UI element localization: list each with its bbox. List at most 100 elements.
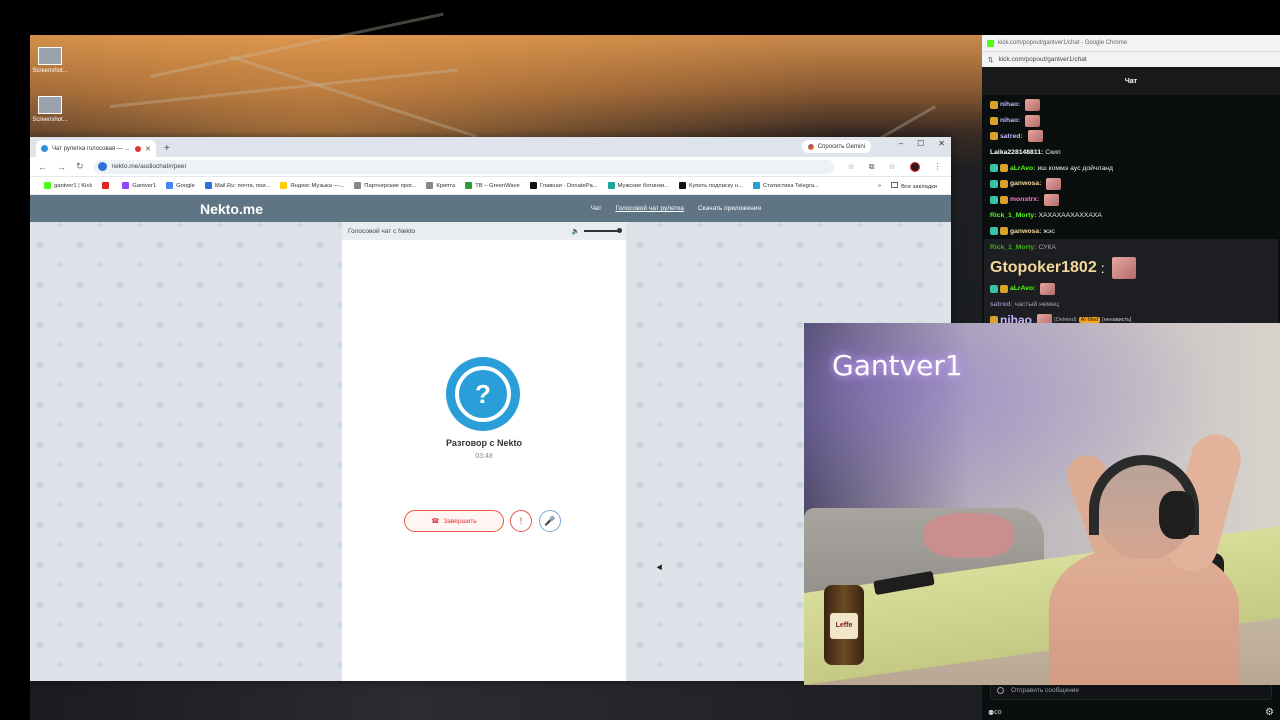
chat-message[interactable]: ganwosa: жэс	[990, 223, 1272, 239]
bookmark-favicon-icon	[354, 182, 362, 189]
chat-url-bar[interactable]: ⇅ kick.com/popout/gantver1/chat	[982, 51, 1280, 67]
chat-message[interactable]: nihao:	[990, 113, 1272, 129]
mouse-cursor-icon	[656, 564, 665, 572]
bookmark-favicon-icon	[44, 182, 51, 189]
bookmark-item[interactable]: Мужские ботинки...	[607, 182, 669, 189]
site-header: Nekto.me Чат Голосовой чат рулетка Скача…	[30, 195, 951, 222]
tab-nekto[interactable]: Чат рулетка голосовая — ... ✕	[36, 140, 156, 157]
chat-username[interactable]: monstrx:	[1010, 196, 1039, 203]
site-info-icon[interactable]	[97, 162, 107, 171]
chat-username[interactable]: satred:	[990, 301, 1013, 308]
bookmark-favicon-icon	[280, 182, 288, 189]
emoji-icon[interactable]	[997, 686, 1004, 694]
volume-control[interactable]: 🔈	[571, 227, 622, 235]
bookmark-item[interactable]: Купить подписку н...	[679, 182, 743, 189]
close-window-button[interactable]: ✕	[938, 139, 945, 148]
volume-slider[interactable]	[584, 228, 622, 233]
close-tab-icon[interactable]: ✕	[145, 145, 151, 153]
chat-message[interactable]: Laika228148811: Скип	[990, 144, 1272, 160]
bookmark-item[interactable]: Gantver1	[122, 182, 156, 189]
new-tab-button[interactable]: +	[164, 140, 170, 157]
chat-username[interactable]: aLrAvo:	[1010, 165, 1035, 172]
nav-download-apps[interactable]: Скачать приложения	[698, 205, 761, 212]
chat-message[interactable]: satred:	[990, 129, 1272, 145]
menu-icon[interactable]: ⋮	[934, 162, 942, 171]
chat-username[interactable]: satred:	[1000, 133, 1023, 140]
chat-message[interactable]: aLrAvo:	[990, 281, 1272, 297]
desktop-icon-screenshot[interactable]: Screenshot...	[28, 47, 72, 74]
bookmark-item[interactable]: gantver1 | Kick	[44, 182, 92, 189]
chat-window-titlebar: kick.com/popout/gantver1/chat - Google C…	[982, 35, 1280, 51]
file-icon	[38, 47, 62, 65]
bookmark-item[interactable]: Партнерские прог...	[354, 182, 416, 189]
chat-username[interactable]: nihao:	[1000, 117, 1020, 124]
maximize-button[interactable]: ☐	[917, 139, 924, 148]
report-button[interactable]: !	[510, 510, 532, 532]
bookmark-item[interactable]	[102, 182, 112, 189]
emote-icon	[1044, 193, 1060, 206]
nav-chat[interactable]: Чат	[591, 205, 602, 212]
bookmark-item[interactable]: ТВ – GreenWave	[465, 182, 520, 189]
speaker-icon: 🔈	[571, 228, 580, 235]
nav-voice-chat[interactable]: Голосовой чат рулетка	[615, 205, 683, 212]
chat-message[interactable]: nihao:	[990, 97, 1272, 113]
bookmark-item[interactable]: Крипта	[426, 182, 455, 189]
chat-username[interactable]: ganwosa:	[1010, 180, 1041, 187]
chat-message[interactable]: Rick_1_Morty: СУКА	[990, 239, 1272, 255]
bookmark-label: Главная · DonatePa...	[539, 182, 598, 189]
chat-username[interactable]: Gtopoker1802	[990, 259, 1097, 277]
recording-icon	[135, 145, 142, 152]
emote-icon	[1027, 130, 1043, 143]
gemini-icon	[807, 143, 814, 150]
chat-username[interactable]: Laika228148811:	[990, 149, 1043, 156]
back-icon[interactable]: ←	[38, 162, 47, 172]
desktop-icon-label: Screenshot...	[32, 68, 68, 74]
minimize-button[interactable]: –	[899, 139, 903, 148]
chat-message[interactable]: satred: частый немец	[990, 297, 1272, 313]
all-bookmarks-button[interactable]: Все закладки	[891, 181, 937, 190]
bookmark-favicon-icon	[426, 182, 434, 189]
end-call-button[interactable]: ☎ Завершить	[404, 510, 504, 532]
chat-message[interactable]: aLrAvo: иш коммэ аус дойчланд	[990, 160, 1272, 176]
bookmark-item[interactable]: Главная · DonatePa...	[529, 182, 598, 189]
star-icon[interactable]: ☆	[848, 162, 855, 171]
bookmark-item[interactable]: Статистика Telegra...	[752, 182, 819, 189]
chat-text: частый немец	[1014, 301, 1059, 309]
chat-message[interactable]: monstrx:	[990, 192, 1272, 208]
bookmark-manager-icon[interactable]: ☆	[888, 162, 895, 171]
bookmark-item[interactable]: Яндекс Музыка —...	[280, 182, 344, 189]
profile-avatar[interactable]	[909, 161, 920, 172]
shield-icon: !	[519, 516, 523, 526]
chat-message-large[interactable]: Gtopoker1802:	[990, 255, 1272, 281]
bookmark-label: Мужские ботинки...	[617, 182, 669, 189]
extensions-icon[interactable]: ⧉	[869, 162, 875, 172]
chat-username[interactable]: Rick_1_Morty:	[990, 212, 1036, 219]
microphone-button[interactable]: 🎤	[539, 510, 561, 532]
url-field[interactable]: nekto.me/audiochat#/peer	[93, 159, 834, 174]
bookmark-item[interactable]: Google	[166, 182, 195, 189]
bookmark-label: Крипта	[436, 182, 456, 189]
ask-gemini-button[interactable]: Спросить Gemini	[801, 140, 871, 153]
chat-username[interactable]: Rick_1_Morty:	[990, 244, 1036, 251]
chat-messages[interactable]: nihao: nihao: satred: Laika228148811: Скип aL…	[982, 95, 1280, 346]
site-logo[interactable]: Nekto.me	[200, 201, 263, 217]
reload-icon[interactable]: ↻	[76, 161, 84, 172]
gear-icon[interactable]: ⚙	[1265, 707, 1274, 718]
forward-icon[interactable]: →	[57, 162, 66, 172]
volume-knob[interactable]	[617, 228, 622, 233]
chat-username[interactable]: aLrAvo:	[1010, 285, 1035, 292]
more-bookmarks-button[interactable]: »	[878, 183, 881, 189]
bookmark-favicon-icon	[679, 182, 686, 189]
gemini-label: Спросить Gemini	[817, 143, 865, 150]
bookmark-item[interactable]: Mail.Ru: почта, пои...	[204, 182, 270, 189]
site-info-icon[interactable]: ⇅	[988, 56, 993, 64]
verified-badge-icon	[990, 195, 998, 204]
desktop-icon-screenshot[interactable]: Screenshot...	[28, 96, 72, 123]
conversation-title: Разговор с Nekto	[445, 438, 523, 448]
subscriber-badge-icon	[1000, 164, 1008, 173]
chat-username[interactable]: ganwosa:	[1010, 228, 1041, 235]
chat-message[interactable]: ganwosa:	[990, 176, 1272, 192]
chat-message[interactable]: Rick_1_Morty: ХАХАХААХАХХАХА	[990, 208, 1272, 224]
chat-text: Скип	[1045, 148, 1061, 156]
chat-username[interactable]: nihao:	[1000, 101, 1020, 108]
